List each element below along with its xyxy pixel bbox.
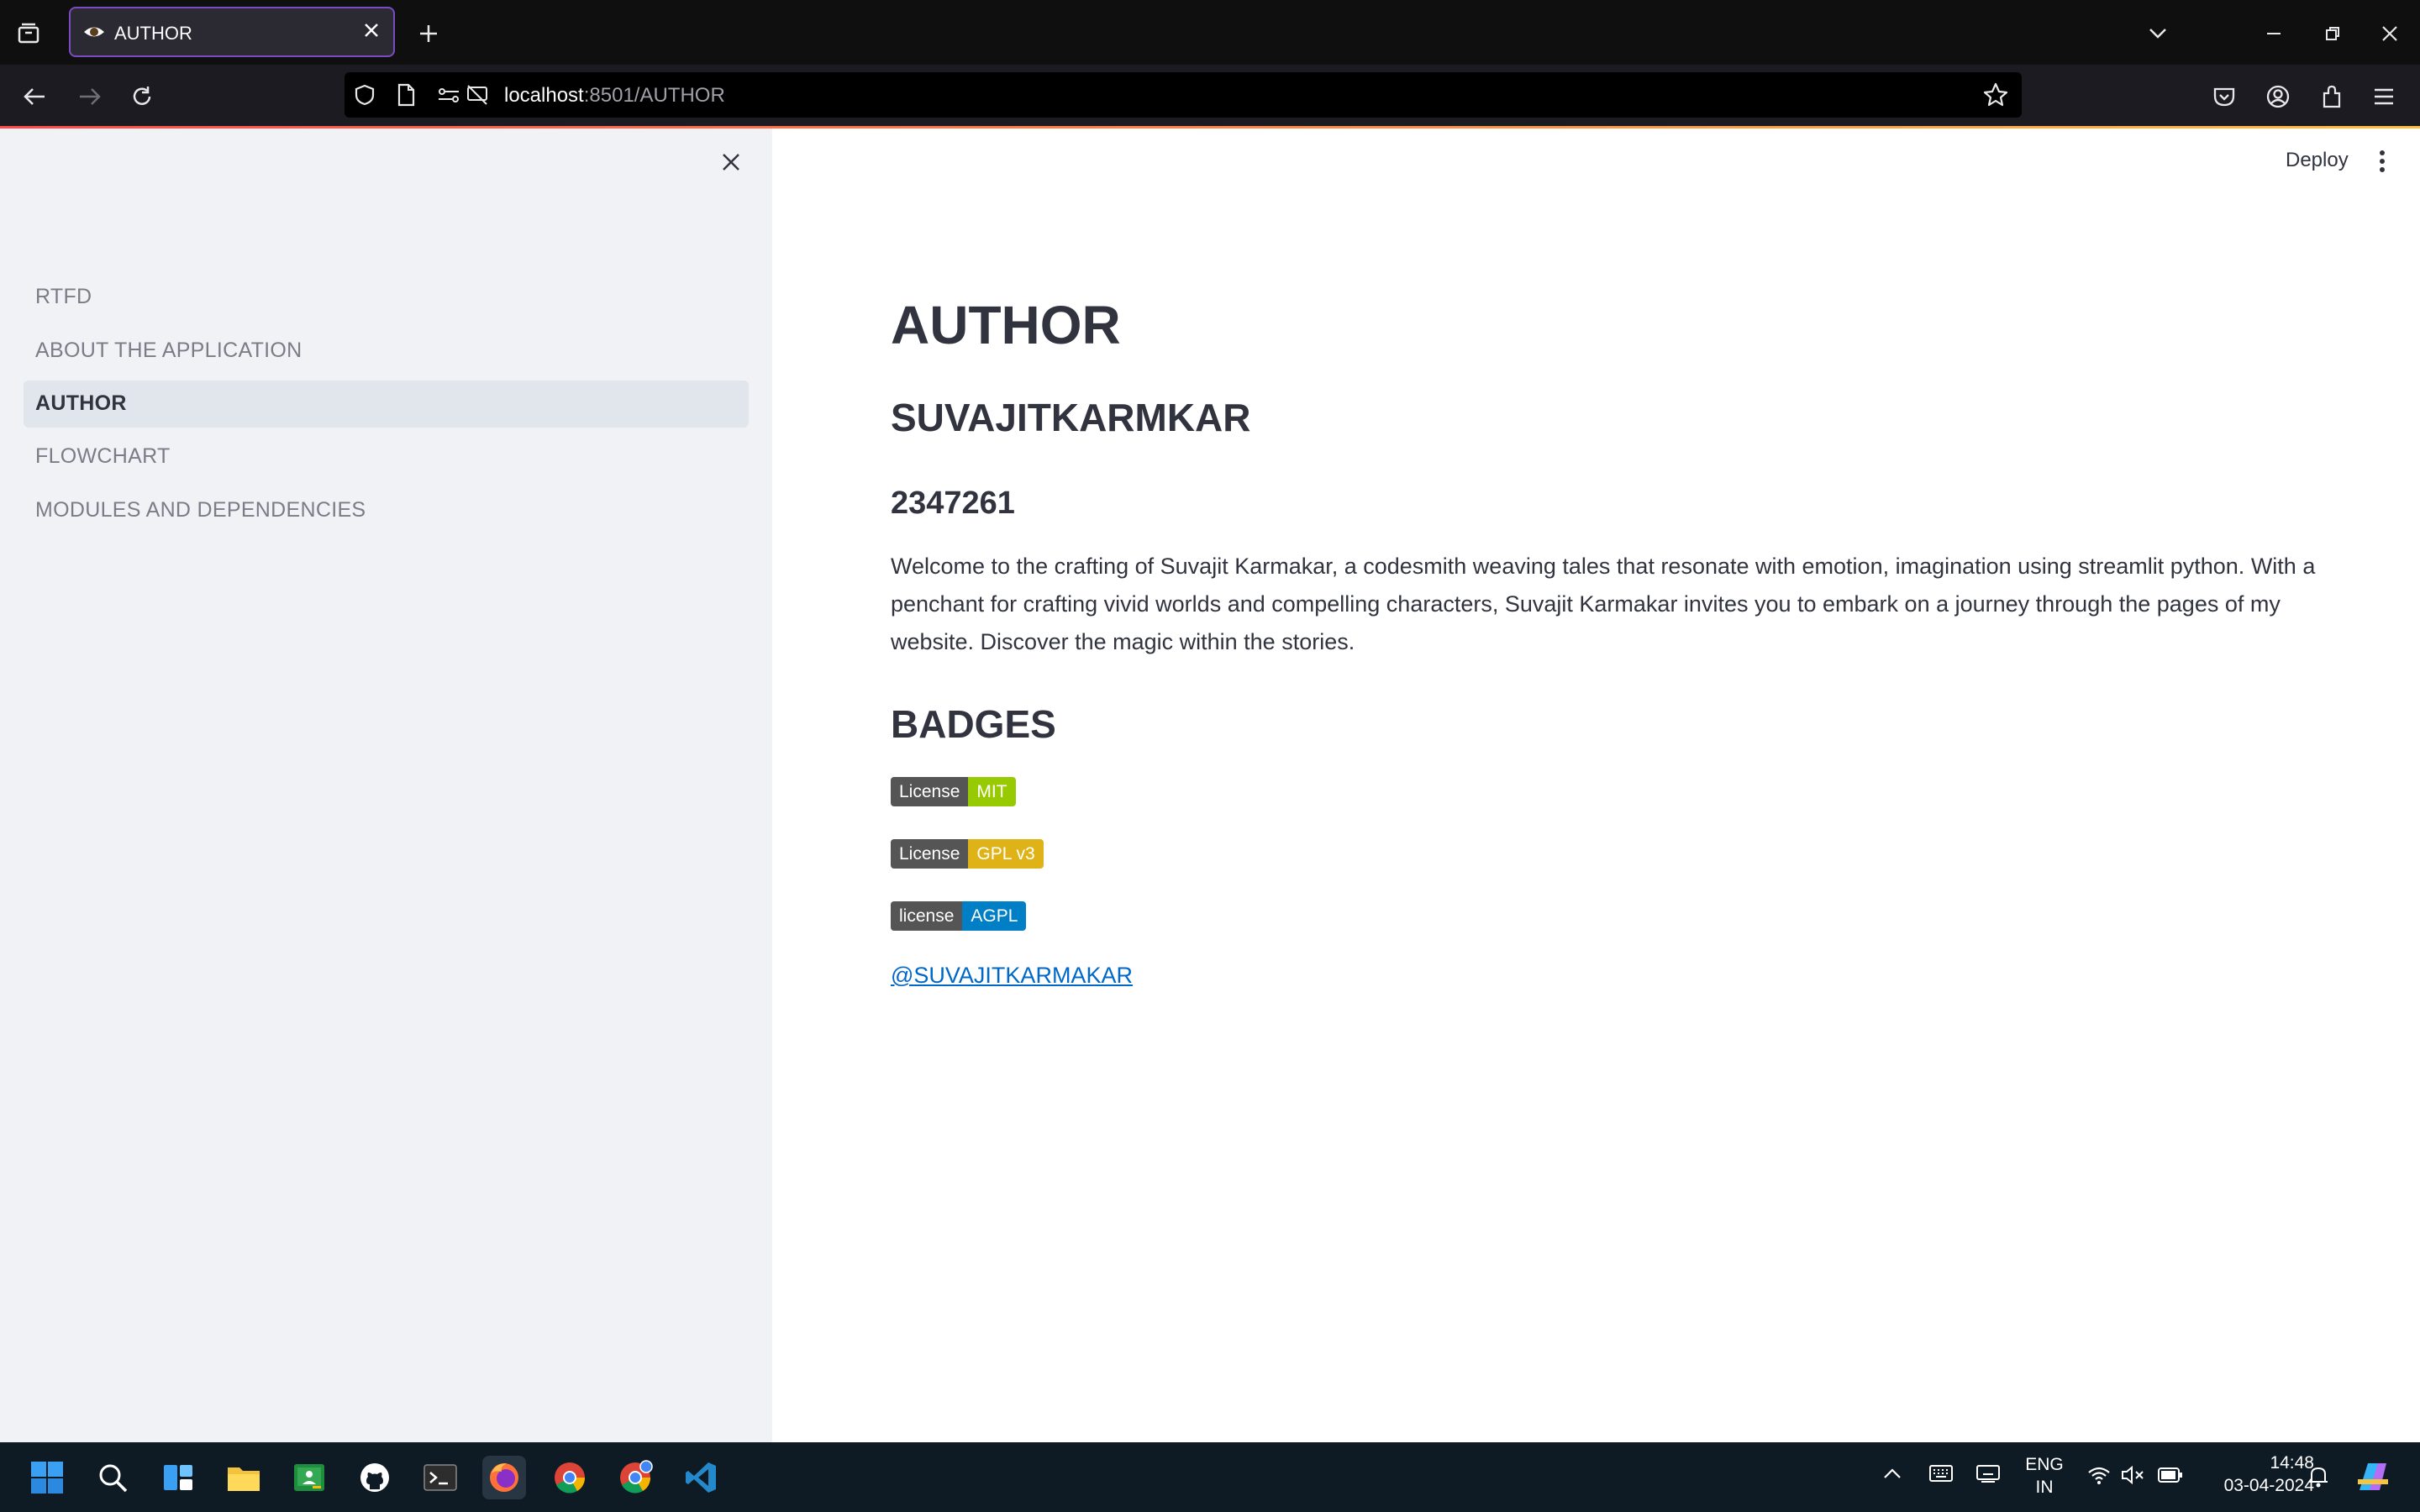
url-path: :8501/AUTHOR	[583, 84, 725, 107]
screen-share-blocked-icon[interactable]	[466, 84, 489, 106]
github-icon[interactable]	[353, 1456, 397, 1499]
badge-license-mit[interactable]: License MIT	[891, 777, 1016, 806]
badge-left-text: license	[891, 901, 963, 931]
address-bar[interactable]: localhost:8501/AUTHOR	[345, 72, 2022, 118]
close-tab-icon[interactable]	[361, 20, 381, 40]
notification-bell-icon[interactable]	[2306, 1463, 2331, 1488]
classroom-icon[interactable]	[287, 1456, 331, 1499]
file-explorer-icon[interactable]	[222, 1456, 266, 1499]
tab-title: AUTHOR	[114, 23, 192, 44]
badge-left-text: License	[891, 839, 969, 869]
author-profile-link[interactable]: @SUVAJITKARMAKAR	[891, 963, 1133, 989]
page-title: AUTHOR	[891, 295, 1121, 355]
badge-right-text: GPL v3	[968, 839, 1044, 869]
pocket-icon[interactable]	[2207, 79, 2242, 114]
account-icon[interactable]	[2260, 79, 2296, 114]
new-tab-icon[interactable]	[412, 17, 445, 50]
language-code: ENG	[2025, 1455, 2064, 1474]
tab-list-icon[interactable]	[12, 17, 45, 50]
chevron-down-icon[interactable]	[2141, 17, 2175, 50]
clock[interactable]: 14:48 03-04-2024	[2195, 1452, 2314, 1497]
input-language[interactable]: ENG IN	[2023, 1453, 2065, 1499]
eye-icon	[82, 22, 106, 42]
chevron-up-icon[interactable]	[1882, 1467, 1902, 1480]
active-tab[interactable]: AUTHOR	[69, 7, 395, 57]
badge-license-agpl[interactable]: license AGPL	[891, 901, 1027, 931]
windows-start-icon[interactable]	[25, 1456, 69, 1499]
vscode-icon[interactable]	[679, 1456, 723, 1499]
back-icon[interactable]	[17, 79, 52, 114]
bookmark-star-icon[interactable]	[1983, 82, 2008, 108]
author-id-heading: 2347261	[891, 486, 1015, 521]
region-code: IN	[2035, 1478, 2054, 1497]
chrome-profile-icon[interactable]	[613, 1456, 657, 1499]
badge-left-text: License	[891, 777, 969, 806]
badge-license-gpl[interactable]: License GPL v3	[891, 839, 1044, 869]
intro-paragraph: Welcome to the crafting of Suvajit Karma…	[891, 554, 2316, 654]
sidebar-item-author[interactable]: AUTHOR	[35, 391, 127, 416]
sidebar: RTFD ABOUT THE APPLICATION AUTHOR FLOWCH…	[0, 129, 772, 1442]
sidebar-item-about[interactable]: ABOUT THE APPLICATION	[35, 339, 302, 363]
touch-keyboard-icon[interactable]	[1976, 1465, 2000, 1483]
page-icon[interactable]	[397, 83, 415, 107]
chrome-icon[interactable]	[548, 1456, 592, 1499]
menu-icon[interactable]	[2366, 79, 2402, 114]
more-options-icon[interactable]	[2378, 150, 2386, 173]
badge-right-text: MIT	[968, 777, 1016, 806]
shield-icon[interactable]	[355, 84, 375, 106]
keyboard-icon[interactable]	[1929, 1465, 1953, 1482]
forward-icon[interactable]	[72, 79, 108, 114]
battery-icon[interactable]	[2158, 1467, 2183, 1483]
sidebar-item-modules[interactable]: MODULES AND DEPENDENCIES	[35, 498, 366, 522]
sidebar-item-flowchart[interactable]: FLOWCHART	[35, 444, 171, 469]
url-host: localhost	[504, 84, 584, 107]
restore-icon[interactable]	[2316, 17, 2349, 50]
badge-right-text: AGPL	[962, 901, 1027, 931]
clock-time: 14:48	[2270, 1453, 2314, 1473]
widgets-icon[interactable]	[156, 1456, 200, 1499]
speaker-muted-icon[interactable]	[2121, 1465, 2146, 1485]
minimize-icon[interactable]	[2257, 17, 2291, 50]
url-text[interactable]: localhost:8501/AUTHOR	[504, 84, 725, 108]
badges-heading: BADGES	[891, 702, 1056, 746]
reload-icon[interactable]	[124, 79, 160, 114]
deploy-button[interactable]: Deploy	[2286, 149, 2349, 172]
author-name-heading: SUVAJITKARMKAR	[891, 396, 1251, 439]
sidebar-item-rtfd[interactable]: RTFD	[35, 285, 92, 309]
copilot-icon[interactable]	[2354, 1460, 2391, 1494]
terminal-icon[interactable]	[418, 1456, 462, 1499]
sidebar-item-author-highlight[interactable]	[24, 381, 749, 428]
close-sidebar-icon[interactable]	[719, 150, 743, 174]
close-window-icon[interactable]	[2373, 17, 2407, 50]
extensions-icon[interactable]	[2314, 79, 2349, 114]
permissions-icon[interactable]	[437, 86, 460, 104]
clock-date: 03-04-2024	[2223, 1476, 2314, 1495]
search-icon[interactable]	[91, 1456, 134, 1499]
wifi-icon[interactable]	[2087, 1465, 2111, 1485]
firefox-icon[interactable]	[482, 1456, 526, 1499]
